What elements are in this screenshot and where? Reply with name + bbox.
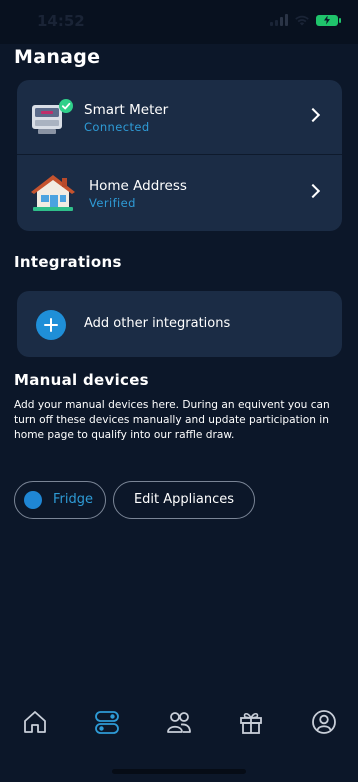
manual-devices-heading: Manual devices <box>14 371 149 389</box>
smart-meter-status: Connected <box>84 120 150 134</box>
home-address-row[interactable]: Home Address Verified <box>17 156 342 231</box>
tab-rewards[interactable] <box>237 708 265 736</box>
gift-icon <box>240 712 262 734</box>
wifi-icon <box>295 15 309 26</box>
tab-devices[interactable] <box>93 708 121 736</box>
community-icon <box>167 712 191 733</box>
chevron-right-icon <box>305 183 321 199</box>
home-address-status: Verified <box>89 196 136 210</box>
tab-profile[interactable] <box>310 708 338 736</box>
tab-community[interactable] <box>165 708 193 736</box>
integrations-heading: Integrations <box>14 253 122 271</box>
home-icon <box>24 711 46 733</box>
profile-icon <box>312 710 336 734</box>
page-title: Manage <box>14 46 101 68</box>
device-dot-icon <box>24 491 42 509</box>
add-integrations-card[interactable]: Add other integrations <box>17 291 342 357</box>
tab-home[interactable] <box>21 708 49 736</box>
house-icon <box>31 175 75 211</box>
manual-devices-description: Add your manual devices here. During an … <box>14 399 330 441</box>
battery-icon <box>316 14 341 26</box>
fridge-label: Fridge <box>53 492 93 507</box>
smart-meter-icon <box>32 99 73 134</box>
plus-icon[interactable] <box>36 310 66 340</box>
home-address-title: Home Address <box>89 178 187 194</box>
smart-meter-row[interactable]: Smart Meter Connected <box>17 80 342 155</box>
fridge-device-chip[interactable]: Fridge <box>14 481 106 519</box>
chevron-right-icon <box>305 107 321 123</box>
tab-bar <box>0 690 358 750</box>
smart-meter-title: Smart Meter <box>84 102 169 118</box>
add-integrations-label: Add other integrations <box>84 316 231 331</box>
manage-card: Smart Meter Connected Home Address Verif… <box>17 80 342 231</box>
status-bar: 14:52 <box>0 0 358 44</box>
edit-appliances-label: Edit Appliances <box>133 492 235 507</box>
status-icons <box>270 14 341 26</box>
devices-icon <box>95 711 119 734</box>
edit-appliances-button[interactable]: Edit Appliances <box>113 481 255 519</box>
signal-icon <box>270 14 288 26</box>
status-time: 14:52 <box>37 12 85 30</box>
home-indicator <box>112 769 246 774</box>
